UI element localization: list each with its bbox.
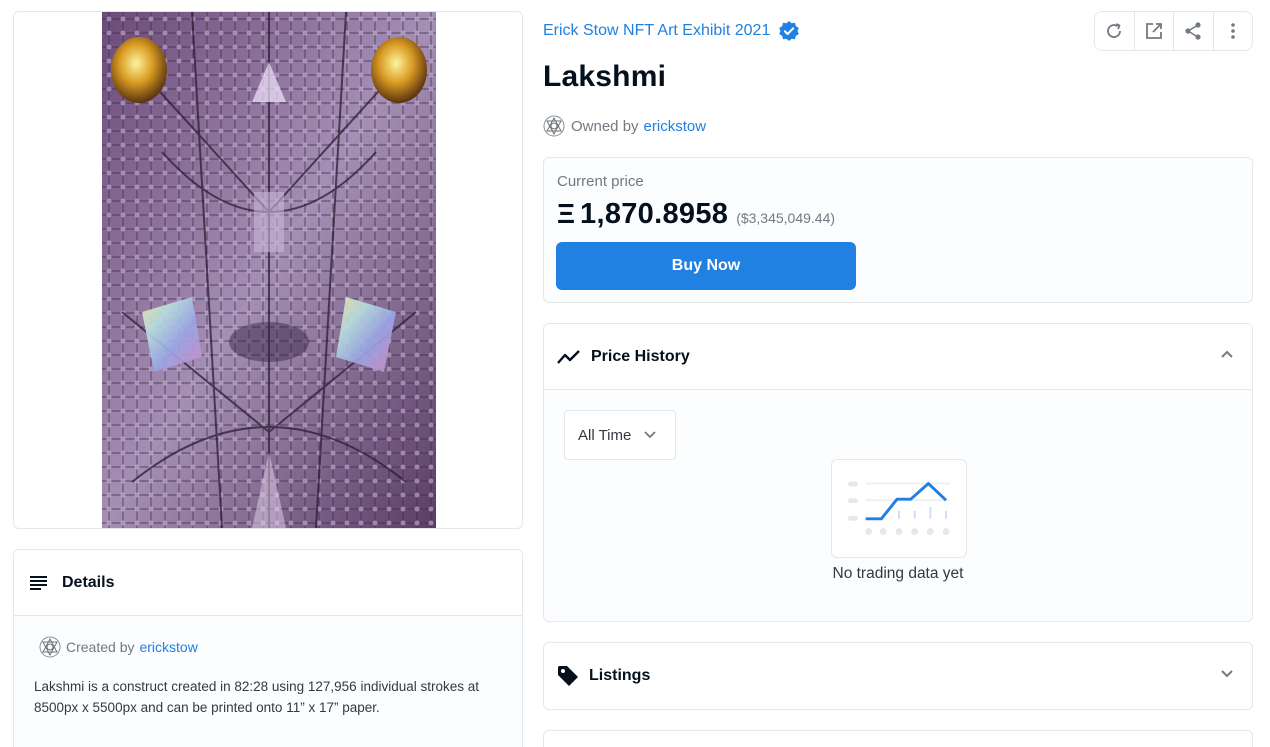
owner-row: Owned by erickstow — [543, 115, 706, 137]
more-options-button[interactable] — [1214, 12, 1253, 50]
details-panel: Details Created by erickstow Lakshmi is … — [13, 549, 523, 747]
created-by-label: Created by — [66, 639, 135, 655]
price-history-body: All Time No trading data yet — [544, 390, 1252, 621]
refresh-icon — [1107, 23, 1122, 38]
next-panel — [543, 730, 1253, 747]
price-history-title: Price History — [591, 347, 690, 365]
tag-icon — [558, 666, 578, 686]
listings-header[interactable]: Listings — [544, 643, 1252, 709]
current-price-label: Current price — [557, 173, 644, 190]
price-value: 1,870.8958 — [580, 198, 729, 230]
list-icon — [30, 575, 47, 590]
price-history-panel: Price History All Time No trading data y… — [543, 323, 1253, 622]
open-external-button[interactable] — [1135, 12, 1174, 50]
chevron-down-icon[interactable] — [1220, 669, 1234, 679]
nft-title: Lakshmi — [543, 60, 667, 93]
creator-link[interactable]: erickstow — [139, 639, 197, 655]
time-range-value: All Time — [578, 426, 632, 444]
verified-badge-icon — [779, 21, 800, 41]
chevron-down-icon — [644, 431, 656, 439]
owner-link[interactable]: erickstow — [644, 118, 707, 135]
eth-icon: Ξ — [557, 198, 576, 229]
refresh-button[interactable] — [1095, 12, 1135, 50]
price-row: Ξ 1,870.8958 ($3,345,049.44) — [557, 198, 835, 231]
collection-link[interactable]: Erick Stow NFT Art Exhibit 2021 — [543, 22, 770, 40]
details-header[interactable]: Details — [14, 550, 522, 616]
chevron-up-icon[interactable] — [1220, 349, 1234, 359]
creator-avatar-icon[interactable] — [39, 636, 61, 658]
created-by-row: Created by erickstow — [39, 636, 502, 658]
listings-title: Listings — [589, 667, 651, 684]
share-icon — [1185, 22, 1201, 40]
share-button[interactable] — [1174, 12, 1214, 50]
time-range-select[interactable]: All Time — [564, 410, 676, 460]
price-usd: ($3,345,049.44) — [736, 210, 836, 226]
collection-row: Erick Stow NFT Art Exhibit 2021 — [543, 20, 800, 42]
price-history-header[interactable]: Price History — [544, 324, 1252, 390]
price-panel: Current price Ξ 1,870.8958 ($3,345,049.4… — [543, 157, 1253, 303]
nft-artwork-image[interactable] — [102, 12, 436, 528]
owned-by-label: Owned by — [571, 117, 639, 135]
no-trading-data-text: No trading data yet — [832, 565, 964, 582]
listings-panel: Listings — [543, 642, 1253, 710]
details-body: Created by erickstow Lakshmi is a constr… — [14, 616, 522, 747]
nft-description: Lakshmi is a construct created in 82:28 … — [34, 679, 480, 715]
nft-image-card — [13, 11, 523, 529]
external-link-icon — [1145, 23, 1162, 39]
details-title: Details — [62, 573, 115, 591]
item-toolbar — [1094, 11, 1253, 51]
more-vertical-icon — [1230, 23, 1235, 39]
empty-chart-illustration — [831, 459, 967, 558]
trending-line-icon — [557, 349, 580, 364]
buy-now-button[interactable]: Buy Now — [556, 242, 856, 290]
owner-avatar-icon[interactable] — [543, 115, 565, 137]
